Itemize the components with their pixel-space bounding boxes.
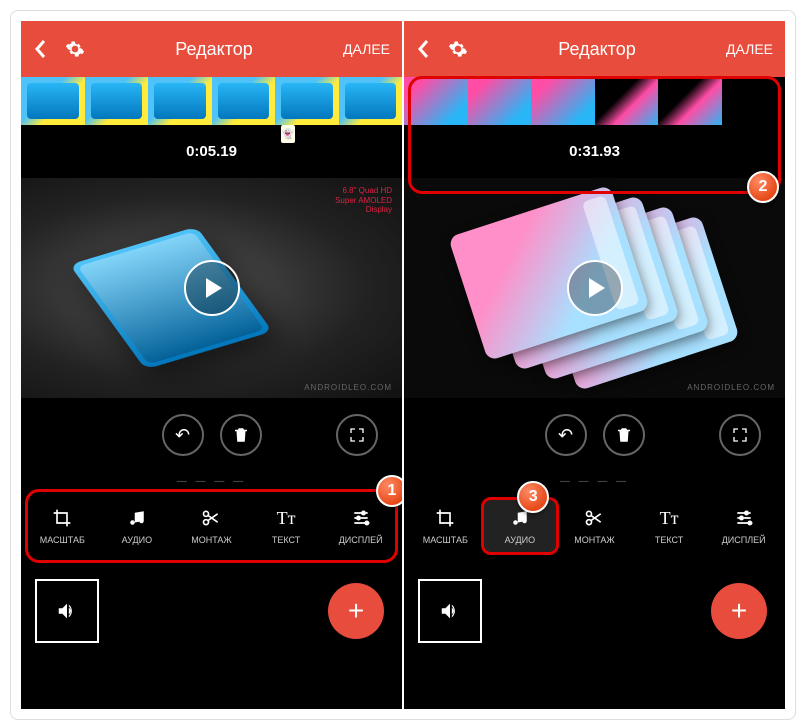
undo-button[interactable]: ↶ [162, 414, 204, 456]
fullscreen-button[interactable] [719, 414, 761, 456]
timeline-thumbnails[interactable] [404, 77, 785, 125]
timestamp: 0:05.19 [21, 125, 402, 178]
next-button[interactable]: ДАЛЕЕ [343, 41, 390, 57]
tool-label: МОНТАЖ [191, 535, 232, 545]
timeline-marker-icon: 👻 [281, 125, 295, 143]
header: Редактор ДАЛЕЕ [21, 21, 402, 77]
tool-text[interactable]: Tᴛ ТЕКСТ [249, 499, 324, 553]
play-button[interactable] [567, 260, 623, 316]
tool-scale[interactable]: МАСШТАБ [25, 499, 100, 553]
tool-label: ДИСПЛЕЙ [722, 535, 766, 545]
delete-button[interactable] [220, 414, 262, 456]
brand-text: ANDROIDLEO.COM [304, 383, 392, 392]
thumbnail[interactable] [404, 77, 468, 125]
undo-button[interactable]: ↶ [545, 414, 587, 456]
sound-tile[interactable] [35, 579, 99, 643]
brand-text: ANDROIDLEO.COM [687, 383, 775, 392]
tool-display[interactable]: ДИСПЛЕЙ [706, 499, 781, 553]
crop-icon [435, 507, 455, 529]
tool-text[interactable]: Tᴛ ТЕКСТ [632, 499, 707, 553]
thumbnail[interactable] [148, 77, 212, 125]
fullscreen-icon [732, 427, 748, 443]
gear-icon[interactable] [65, 39, 85, 59]
tool-montage[interactable]: МОНТАЖ [174, 499, 249, 553]
tool-label: МАСШТАБ [423, 535, 468, 545]
thumbnail[interactable] [212, 77, 276, 125]
annotation-badge-1: 1 [376, 475, 402, 507]
thumbnail[interactable] [595, 77, 659, 125]
tool-label: МОНТАЖ [574, 535, 615, 545]
thumbnail[interactable] [722, 77, 786, 125]
gear-icon[interactable] [448, 39, 468, 59]
undo-icon: ↶ [558, 425, 573, 446]
page-title: Редактор [468, 39, 726, 60]
divider: — — — — [404, 472, 785, 491]
tool-label: АУДИО [505, 535, 536, 545]
video-preview[interactable]: 6.8" Quad HD Super AMOLED Display ANDROI… [21, 178, 402, 398]
video-preview[interactable]: ANDROIDLEO.COM [404, 178, 785, 398]
add-button[interactable]: + [328, 583, 384, 639]
back-button[interactable] [33, 39, 47, 59]
sound-icon [56, 600, 78, 622]
toolbar: МАСШТАБ АУДИО МОНТАЖ Tᴛ ТЕКСТ ДИСПЛЕЙ 1 [21, 491, 402, 561]
undo-icon: ↶ [175, 425, 190, 446]
sound-icon [439, 600, 461, 622]
trash-icon [232, 426, 250, 444]
back-button[interactable] [416, 39, 430, 59]
tool-label: МАСШТАБ [40, 535, 85, 545]
thumbnail[interactable] [531, 77, 595, 125]
thumbnail[interactable] [21, 77, 85, 125]
music-icon [128, 507, 146, 529]
add-button[interactable]: + [711, 583, 767, 639]
preview-content [70, 227, 273, 370]
header: Редактор ДАЛЕЕ [404, 21, 785, 77]
tool-label: АУДИО [122, 535, 153, 545]
annotation-badge-3: 3 [517, 481, 549, 513]
fullscreen-icon [349, 427, 365, 443]
annotation-badge-2: 2 [747, 171, 779, 203]
toolbar: МАСШТАБ 3 АУДИО МОНТАЖ Tᴛ ТЕКСТ ДИСПЛЕЙ [404, 491, 785, 561]
tool-display[interactable]: ДИСПЛЕЙ [323, 499, 398, 553]
tool-label: ТЕКСТ [272, 535, 300, 545]
text-icon: Tᴛ [277, 507, 296, 529]
sound-tile[interactable] [418, 579, 482, 643]
screenshot-right: Редактор ДАЛЕЕ 0:31.93 2 ANDROIDLEO.COM [404, 21, 785, 709]
thumbnail[interactable] [468, 77, 532, 125]
cut-icon [201, 507, 221, 529]
tool-label: ДИСПЛЕЙ [339, 535, 383, 545]
fullscreen-button[interactable] [336, 414, 378, 456]
timestamp: 0:31.93 [404, 125, 785, 178]
plus-icon: + [731, 595, 747, 627]
screenshot-left: Редактор ДАЛЕЕ 👻 0:05.19 6.8" Quad HD Su… [21, 21, 402, 709]
thumbnail[interactable] [658, 77, 722, 125]
tool-label: ТЕКСТ [655, 535, 683, 545]
tool-audio[interactable]: АУДИО [100, 499, 175, 553]
sliders-icon [351, 507, 371, 529]
trash-icon [615, 426, 633, 444]
bottom-row: + [21, 561, 402, 661]
thumbnail[interactable] [339, 77, 403, 125]
tool-audio[interactable]: 3 АУДИО [483, 499, 558, 553]
cut-icon [584, 507, 604, 529]
next-button[interactable]: ДАЛЕЕ [726, 41, 773, 57]
tool-scale[interactable]: МАСШТАБ [408, 499, 483, 553]
bottom-row: + [404, 561, 785, 661]
divider: — — — — [21, 472, 402, 491]
page-title: Редактор [85, 39, 343, 60]
play-button[interactable] [184, 260, 240, 316]
watermark-text: 6.8" Quad HD Super AMOLED Display [335, 186, 392, 215]
text-icon: Tᴛ [660, 507, 679, 529]
thumbnail[interactable] [275, 77, 339, 125]
timeline-thumbnails[interactable] [21, 77, 402, 125]
thumbnail[interactable] [85, 77, 149, 125]
delete-button[interactable] [603, 414, 645, 456]
sliders-icon [734, 507, 754, 529]
tool-montage[interactable]: МОНТАЖ [557, 499, 632, 553]
action-row: ↶ [21, 398, 402, 472]
action-row: ↶ [404, 398, 785, 472]
crop-icon [52, 507, 72, 529]
plus-icon: + [348, 595, 364, 627]
